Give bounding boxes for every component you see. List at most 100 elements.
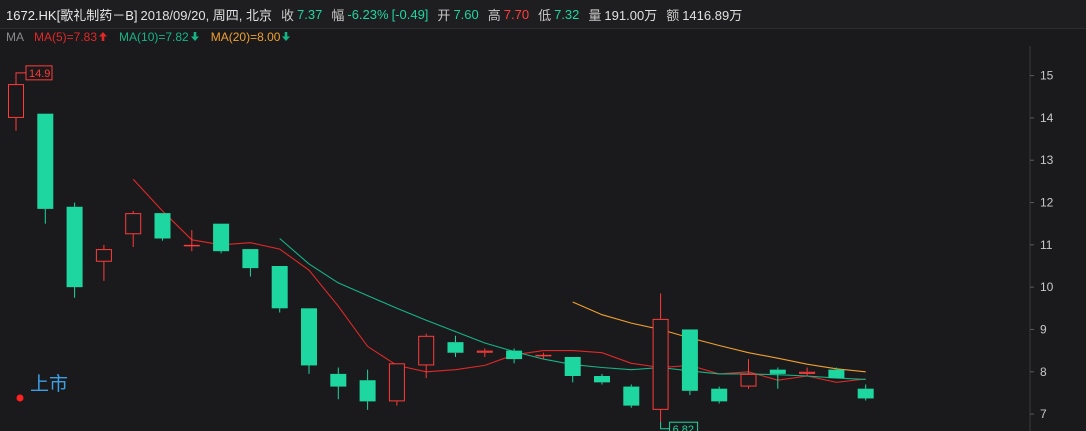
volume-label: 量 <box>588 7 602 23</box>
ma-line-5 <box>132 178 866 383</box>
candle-body <box>301 308 317 366</box>
min-marker-label: 6.82 <box>673 424 694 431</box>
ma20-legend: MA(20)=8.00 <box>211 30 291 44</box>
candle[interactable] <box>711 386 728 404</box>
ma-tag[interactable]: MA <box>6 30 24 44</box>
candle-body <box>681 329 698 391</box>
change-abs: [-0.49] <box>391 6 429 22</box>
arrow-up-icon <box>99 32 108 41</box>
low-label: 低 <box>538 7 552 23</box>
y-tick-label: 7 <box>1040 407 1047 421</box>
candle-body <box>95 249 112 262</box>
candle[interactable] <box>359 369 376 410</box>
high-label: 高 <box>487 7 501 23</box>
candle[interactable] <box>476 348 493 357</box>
candle-body <box>183 244 200 247</box>
arrow-down-icon <box>282 32 291 41</box>
y-tick-label: 8 <box>1040 365 1047 379</box>
quote-header: 1672.HK[歌礼制药－B] 2018/09/20, 周四, 北京 收 7.3… <box>0 0 1086 29</box>
open-label: 开 <box>437 7 451 23</box>
candle[interactable] <box>564 356 581 383</box>
change-pct: -6.23% <box>347 6 389 22</box>
candle[interactable] <box>154 213 171 241</box>
amount-label: 额 <box>666 7 680 23</box>
candle-body <box>66 206 83 288</box>
candle[interactable] <box>799 367 816 376</box>
volume-value: 191.00万 <box>604 7 658 23</box>
y-tick-label: 10 <box>1040 280 1054 294</box>
candle-body <box>418 335 435 366</box>
candle[interactable] <box>301 308 317 374</box>
candle[interactable] <box>8 79 24 131</box>
change-label: 幅 <box>331 7 345 23</box>
arrow-down-icon <box>190 32 199 41</box>
candle-body <box>594 376 610 383</box>
candle-body <box>740 373 757 387</box>
candle[interactable] <box>652 293 669 422</box>
listing-label: 上市 <box>30 373 68 395</box>
open-value: 7.60 <box>453 6 479 22</box>
candle-body <box>652 318 669 410</box>
y-tick-label: 11 <box>1040 238 1053 252</box>
y-tick-label: 13 <box>1040 153 1054 167</box>
candle-body <box>271 266 288 309</box>
candle[interactable] <box>623 384 640 408</box>
candle-body <box>535 354 552 357</box>
candle[interactable] <box>242 249 259 277</box>
candle[interactable] <box>594 373 610 385</box>
listing-dot <box>16 394 24 402</box>
ma-legend: MA MA(5)=7.83 MA(10)=7.82 MA(20)=8.00 <box>0 28 1086 46</box>
candle[interactable] <box>447 335 464 357</box>
candlestick-chart[interactable]: 7 8 9 10 11 12 13 14 15 14.9 6.82 上市 <box>0 46 1086 431</box>
candle[interactable] <box>125 211 142 247</box>
candle-body <box>359 380 376 402</box>
candle-body <box>242 249 259 269</box>
max-marker-label: 14.9 <box>29 68 50 80</box>
candle[interactable] <box>213 223 230 254</box>
candle[interactable] <box>37 113 54 224</box>
candle-body <box>623 386 640 406</box>
candle[interactable] <box>66 202 83 298</box>
candle[interactable] <box>330 367 347 400</box>
candle-body <box>769 369 786 374</box>
min-marker-leader <box>660 421 670 430</box>
ma10-value: MA(10)=7.82 <box>119 30 189 44</box>
candle-body <box>447 342 464 353</box>
candle-body <box>37 113 54 209</box>
quote-date: 2018/09/20, 周四, 北京 <box>140 7 273 23</box>
candle-body <box>125 213 142 235</box>
candle-body <box>564 356 581 376</box>
candle-body <box>476 350 493 353</box>
ma20-value: MA(20)=8.00 <box>210 30 281 44</box>
candle[interactable] <box>388 363 405 406</box>
stock-title: 1672.HK[歌礼制药－B] <box>6 7 138 23</box>
y-tick-label: 15 <box>1040 69 1054 83</box>
candle-body <box>213 223 230 252</box>
low-value: 7.32 <box>554 6 580 22</box>
y-tick-label: 14 <box>1040 111 1054 125</box>
candle[interactable] <box>681 329 698 396</box>
amount-value: 1416.89万 <box>682 7 743 23</box>
high-value: 7.70 <box>503 6 530 22</box>
candle-body <box>711 388 728 402</box>
candle-body <box>506 350 523 360</box>
candle-body <box>154 213 171 239</box>
candle[interactable] <box>95 244 112 281</box>
ma-line-20 <box>572 301 866 373</box>
candle-body <box>857 388 874 399</box>
y-axis: 7 8 9 10 11 12 13 14 15 <box>1030 69 1054 421</box>
ma5-legend: MA(5)=7.83 <box>34 30 108 44</box>
candle-body <box>828 369 845 379</box>
candle[interactable] <box>271 266 288 313</box>
ma-lines <box>132 178 866 383</box>
candle-body <box>388 363 405 402</box>
candle[interactable] <box>857 384 874 401</box>
candle[interactable] <box>506 348 523 364</box>
ma5-value: MA(5)=7.83 <box>34 30 98 44</box>
y-tick-label: 12 <box>1040 196 1054 210</box>
max-marker-leader <box>15 72 26 80</box>
close-value: 7.37 <box>297 6 323 22</box>
candle-body <box>799 371 816 374</box>
candle[interactable] <box>740 359 757 389</box>
ma10-legend: MA(10)=7.82 <box>119 30 199 44</box>
